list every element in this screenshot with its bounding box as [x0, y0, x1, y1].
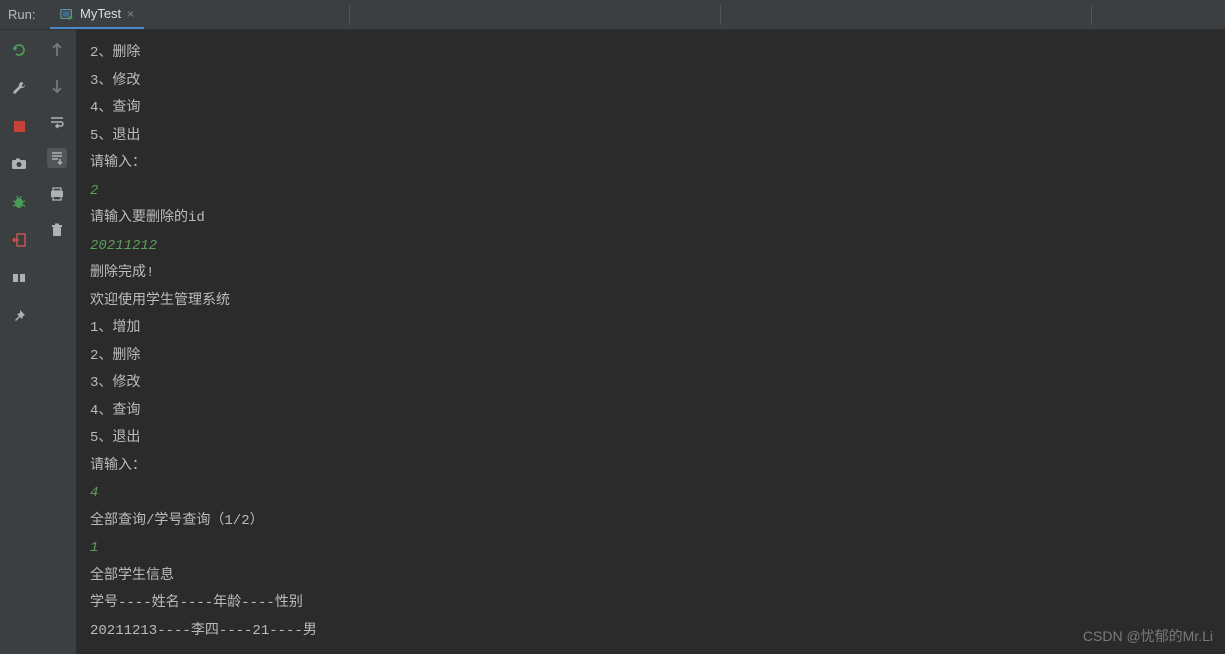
- run-actions-toolbar: [0, 30, 38, 654]
- debug-icon[interactable]: [9, 192, 29, 212]
- console-line: 4、查询: [90, 95, 1211, 123]
- console-line: 1、增加: [90, 315, 1211, 343]
- separator: [349, 5, 350, 25]
- console-actions-toolbar: [38, 30, 76, 654]
- console-output[interactable]: 2、删除3、修改4、查询5、退出请输入：2请输入要删除的id20211212删除…: [76, 30, 1225, 654]
- rerun-icon[interactable]: [9, 40, 29, 60]
- arrow-down-icon[interactable]: [47, 76, 67, 96]
- console-line: 2、删除: [90, 40, 1211, 68]
- console-line: 欢迎使用学生管理系统: [90, 288, 1211, 316]
- console-line: 2、删除: [90, 343, 1211, 371]
- console-line: 3、修改: [90, 370, 1211, 398]
- console-line: 4、查询: [90, 398, 1211, 426]
- exit-icon[interactable]: [9, 230, 29, 250]
- console-user-input: 4: [90, 480, 1211, 508]
- camera-icon[interactable]: [9, 154, 29, 174]
- run-tab[interactable]: MyTest ×: [50, 0, 144, 29]
- wrench-icon[interactable]: [9, 78, 29, 98]
- console-line: 请输入要删除的id: [90, 205, 1211, 233]
- pin-icon[interactable]: [9, 306, 29, 326]
- run-tool-header: Run: MyTest ×: [0, 0, 1225, 30]
- soft-wrap-icon[interactable]: [47, 112, 67, 132]
- console-line: 5、退出: [90, 123, 1211, 151]
- console-line: 请输入：: [90, 453, 1211, 481]
- separator: [1091, 5, 1092, 25]
- run-label: Run:: [0, 7, 40, 22]
- layout-icon[interactable]: [9, 268, 29, 288]
- tab-area: MyTest ×: [40, 0, 144, 29]
- console-line: 3、修改: [90, 68, 1211, 96]
- console-line: 学号----姓名----年龄----性别: [90, 590, 1211, 618]
- trash-icon[interactable]: [47, 220, 67, 240]
- watermark: CSDN @忧郁的Mr.Li: [1083, 626, 1213, 646]
- console-user-input: 1: [90, 535, 1211, 563]
- console-line: 全部学生信息: [90, 563, 1211, 591]
- separator: [720, 5, 721, 25]
- close-icon[interactable]: ×: [127, 7, 134, 21]
- print-icon[interactable]: [47, 184, 67, 204]
- arrow-up-icon[interactable]: [47, 40, 67, 60]
- console-line: 请输入：: [90, 150, 1211, 178]
- console-line: 5、退出: [90, 425, 1211, 453]
- tab-title: MyTest: [80, 6, 121, 21]
- main-area: 2、删除3、修改4、查询5、退出请输入：2请输入要删除的id20211212删除…: [0, 30, 1225, 654]
- scroll-to-end-icon[interactable]: [47, 148, 67, 168]
- console-line: 20211213----李四----21----男: [90, 618, 1211, 646]
- console-user-input: 20211212: [90, 233, 1211, 261]
- console-line: 删除完成!: [90, 260, 1211, 288]
- console-line: 全部查询/学号查询（1/2）: [90, 508, 1211, 536]
- run-config-icon: [60, 7, 74, 21]
- stop-icon[interactable]: [9, 116, 29, 136]
- console-user-input: 2: [90, 178, 1211, 206]
